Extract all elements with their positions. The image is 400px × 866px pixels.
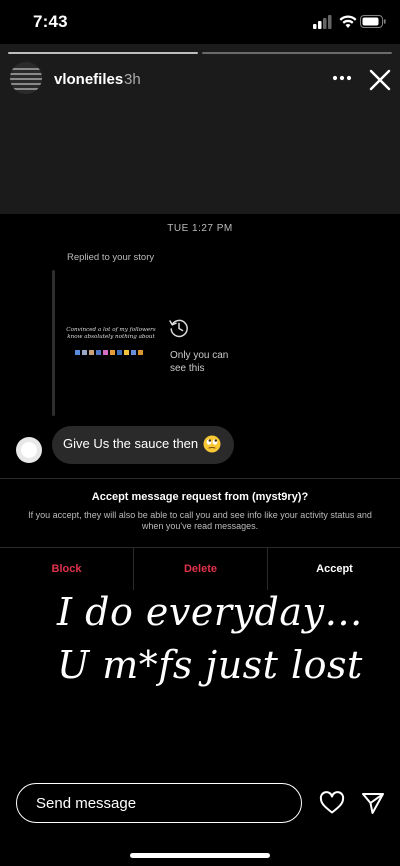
story-caption-line-2: U m*fs just lost [57, 643, 363, 687]
message-text: Give Us the sauce then [63, 436, 199, 451]
accept-button[interactable]: Accept [268, 548, 400, 590]
wifi-icon [339, 15, 357, 28]
story-preview-thumbnail[interactable] [58, 272, 164, 414]
reply-quote-bar [52, 270, 55, 416]
more-icon[interactable] [330, 66, 354, 90]
request-description: If you accept, they will also be able to… [28, 510, 372, 531]
home-indicator[interactable] [130, 853, 270, 858]
story-username[interactable]: vlonefiles [54, 71, 123, 88]
sender-avatar-inner [21, 442, 37, 458]
message-timestamp: TUE 1:27 PM [167, 223, 233, 234]
close-icon[interactable] [366, 66, 394, 94]
story-progress-segment-2 [202, 52, 392, 54]
story-caption-line-1: I do everyday… [57, 590, 363, 634]
only-you-can-see-label: Only you can see this [170, 350, 229, 374]
delete-button[interactable]: Delete [134, 548, 267, 590]
status-time: 7:43 [33, 12, 68, 31]
request-title: Accept message request from (myst9ry)? [91, 491, 309, 503]
block-button[interactable]: Block [0, 548, 133, 590]
story-preview-emoji-row [75, 350, 143, 355]
replied-to-story-label: Replied to your story [67, 252, 155, 263]
story-preview-text: Convinced a lot of my followers know abs… [66, 327, 156, 340]
story-time-ago: 3h [124, 71, 141, 88]
story-avatar[interactable] [10, 62, 42, 94]
divider [0, 478, 400, 479]
cellular-signal-icon [313, 15, 332, 29]
send-icon[interactable] [360, 790, 386, 816]
story-progress-segment-1 [8, 52, 198, 54]
history-icon [169, 319, 188, 338]
heart-icon[interactable] [319, 791, 345, 815]
send-message-placeholder: Send message [36, 795, 137, 812]
rolling-eyes-emoji-icon [203, 435, 221, 453]
battery-icon [360, 15, 386, 28]
